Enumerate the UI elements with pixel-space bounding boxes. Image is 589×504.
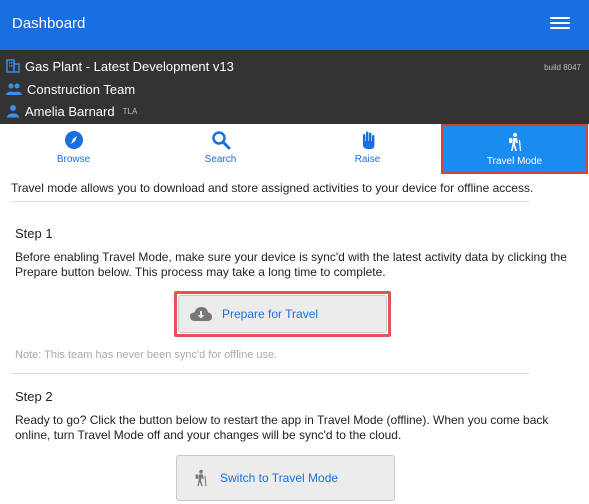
step2-text: Ready to go? Click the button below to r… bbox=[15, 413, 549, 442]
tab-raise[interactable]: Raise bbox=[294, 124, 441, 174]
build-label: build 8047 bbox=[544, 63, 581, 72]
project-row[interactable]: Gas Plant - Latest Development v13 bbox=[6, 56, 234, 76]
team-name: Construction Team bbox=[27, 81, 136, 97]
app-title: Dashboard bbox=[12, 15, 86, 32]
tab-travel-mode[interactable]: Travel Mode bbox=[441, 124, 588, 174]
search-icon bbox=[211, 131, 230, 150]
cloud-download-icon bbox=[190, 307, 212, 321]
user-name: Amelia Barnard bbox=[25, 103, 115, 119]
hiker-icon bbox=[508, 133, 521, 152]
tab-bar: Browse Search Raise Travel Mode bbox=[0, 124, 589, 174]
project-name: Gas Plant - Latest Development v13 bbox=[25, 58, 234, 74]
button-label: Prepare for Travel bbox=[222, 307, 319, 321]
team-row[interactable]: Construction Team bbox=[6, 79, 135, 99]
tab-search[interactable]: Search bbox=[147, 124, 294, 174]
user-tag: TLA bbox=[122, 106, 138, 116]
top-app-bar: Dashboard bbox=[0, 0, 589, 50]
group-icon bbox=[6, 83, 22, 95]
button-label: Switch to Travel Mode bbox=[220, 471, 339, 485]
tab-label: Raise bbox=[354, 154, 381, 165]
intro-text: Travel mode allows you to download and s… bbox=[11, 181, 534, 195]
step1-text: Before enabling Travel Mode, make sure y… bbox=[15, 250, 567, 279]
user-icon bbox=[7, 105, 19, 118]
sync-note: Note: This team has never been sync'd fo… bbox=[15, 349, 278, 361]
hamburger-icon[interactable] bbox=[550, 17, 570, 33]
step2-heading: Step 2 bbox=[15, 389, 53, 404]
switch-to-travel-mode-button[interactable]: Switch to Travel Mode bbox=[176, 455, 395, 501]
building-icon bbox=[6, 59, 20, 73]
divider bbox=[11, 373, 529, 374]
context-bar: Gas Plant - Latest Development v13 build… bbox=[0, 50, 589, 124]
tab-label: Browse bbox=[56, 154, 91, 165]
step1-heading: Step 1 bbox=[15, 226, 53, 241]
divider bbox=[11, 201, 529, 202]
tab-label: Travel Mode bbox=[486, 156, 543, 167]
tab-label: Search bbox=[204, 154, 237, 165]
tab-browse[interactable]: Browse bbox=[0, 124, 147, 174]
compass-icon bbox=[64, 131, 83, 149]
hiker-icon bbox=[195, 469, 207, 487]
hand-icon bbox=[360, 131, 374, 149]
prepare-for-travel-button[interactable]: Prepare for Travel bbox=[178, 295, 387, 333]
user-row[interactable]: Amelia Barnard TLA bbox=[6, 101, 137, 121]
